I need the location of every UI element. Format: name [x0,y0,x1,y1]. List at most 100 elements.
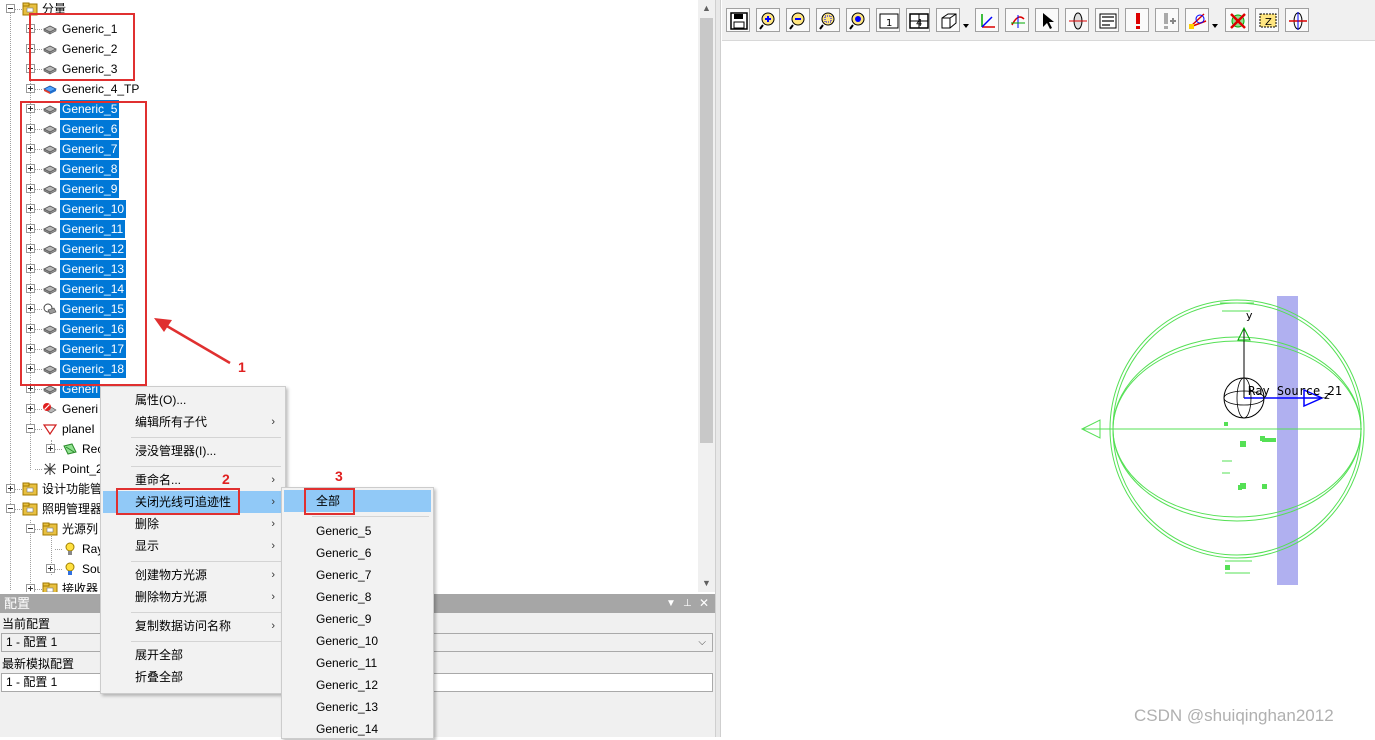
axis-icon [981,14,995,28]
context-menu-item[interactable]: 创建物方光源 › [103,564,283,586]
expand-plus-icon[interactable] [46,564,55,573]
context-menu-item[interactable]: 删除 › [103,513,283,535]
scrollbar-thumb[interactable] [700,18,713,443]
latest-config-value: 1 - 配置 1 [6,675,58,689]
detector-plate [1277,296,1298,585]
tree-node-label: Point_2 [62,462,103,476]
chevron-right-icon: › [271,518,275,530]
panel-splitter[interactable] [715,0,721,737]
collapse-minus-icon[interactable] [26,524,35,533]
tree-node-label: planeI [62,422,95,436]
y-axis-label: y [1246,309,1253,322]
submenu-item[interactable]: Generic_8 [284,586,431,608]
alert-button[interactable] [1125,8,1149,32]
colored-part-icon [42,82,58,96]
rotate-button[interactable] [1005,8,1029,32]
submenu-item[interactable]: Generic_5 [284,520,431,542]
submenu-item[interactable]: Generic_10 [284,630,431,652]
context-menu-item[interactable]: 浸没管理器(I)... [103,440,283,462]
viewport-toolbar: 1 4 Z [722,0,1375,41]
context-menu-item[interactable]: 折叠全部 [103,666,283,688]
expand-plus-icon[interactable] [26,584,35,592]
alert-add-button[interactable] [1155,8,1179,32]
menu-separator [312,516,429,517]
zoom-window-icon [819,12,835,30]
annotation-box-submenu-item [304,488,355,515]
expand-plus-icon[interactable] [26,84,35,93]
annotation-arrow [154,318,231,365]
context-menu-item-label: 编辑所有子代 [135,415,208,429]
folder-icon [22,502,38,516]
axis-button[interactable] [975,8,999,32]
expand-plus-icon[interactable] [46,444,55,453]
zoom-window-button[interactable] [816,8,840,32]
lens-button[interactable] [1065,8,1089,32]
grid-icon [1099,13,1117,29]
zoom-in-icon [759,12,775,30]
context-menu-item[interactable]: 属性(O)... [103,389,283,411]
chevron-down-icon[interactable]: ⌵ [698,634,706,651]
grid-button[interactable] [1095,8,1119,32]
pin-icon[interactable]: ⊥ [683,594,692,613]
tree-node-generic-4-tp[interactable]: Generic_4_TP [0,79,690,99]
chevron-right-icon: › [271,474,275,486]
annotation-number-3: 3 [335,468,343,484]
context-menu-item-label: 删除物方光源 [135,590,208,604]
submenu-item[interactable]: Generic_7 [284,564,431,586]
tree-vertical-scrollbar[interactable]: ▲ ▼ [698,0,715,592]
clip-button[interactable] [1285,8,1309,32]
ray-trace-button[interactable] [1185,8,1209,32]
ray-off-button[interactable] [1225,8,1249,32]
submenu-item[interactable]: Generic_6 [284,542,431,564]
submenu-item-label: Generic_8 [316,590,372,604]
z-box-icon: Z [1259,13,1277,28]
context-menu-item[interactable]: 编辑所有子代 › [103,411,283,433]
expand-plus-icon[interactable] [6,484,15,493]
context-menu-item[interactable]: 删除物方光源 › [103,586,283,608]
submenu-item[interactable]: Generic_11 [284,652,431,674]
one-view-button[interactable]: 1 [876,8,900,32]
collapse-minus-icon[interactable] [6,4,15,13]
3d-layout-viewport[interactable]: 1 4 Z y z Ray Source_21 [722,0,1375,737]
submenu-item-label: Generic_9 [316,612,372,626]
tree-branch-line [15,509,22,510]
context-menu-item[interactable]: 展开全部 [103,644,283,666]
close-icon[interactable]: ✕ [699,594,709,613]
context-menu-item[interactable]: 显示 › [103,535,283,557]
scroll-down-arrow-icon[interactable]: ▼ [698,575,715,592]
tree-context-menu: 属性(O)... 编辑所有子代 › 浸没管理器(I)... 重命名... › 关闭光线可追迹… [100,386,286,694]
3d-scene[interactable]: y z Ray Source_21 [722,41,1375,737]
tree-branch-line [15,489,22,490]
collapse-minus-icon[interactable] [6,504,15,513]
expand-plus-icon[interactable] [26,404,35,413]
zoom-in-button[interactable] [756,8,780,32]
cube-view-button[interactable] [936,8,960,32]
context-menu-item[interactable]: 复制数据访问名称 › [103,615,283,637]
scroll-up-arrow-icon[interactable]: ▲ [698,0,715,17]
menu-separator [131,640,281,642]
wire-square-6 [1238,485,1242,490]
zoom-fit-button[interactable] [846,8,870,32]
select-arrow-icon [1043,13,1054,29]
z-box-button[interactable]: Z [1255,8,1279,32]
submenu-item[interactable]: Generic_9 [284,608,431,630]
four-view-button[interactable]: 4 [906,8,930,32]
select-arrow-button[interactable] [1035,8,1059,32]
chevron-right-icon: › [271,591,275,603]
tree-node-label: 照明管理器 [42,502,103,516]
zoom-out-button[interactable] [786,8,810,32]
collapse-minus-icon[interactable] [26,424,35,433]
wire-square [1225,565,1230,570]
panel-menu-icon[interactable]: ▼ [666,594,676,613]
plane-icon [42,422,58,436]
save-button[interactable] [726,8,750,32]
submenu-item[interactable]: Generic_13 [284,696,431,718]
ray-trace-icon [1189,13,1207,29]
dropdown-arrow-icon[interactable] [963,24,969,28]
dropdown-arrow-icon[interactable] [1212,24,1218,28]
error-part-icon [42,402,58,416]
save-icon [730,12,748,30]
submenu-item[interactable]: Generic_12 [284,674,431,696]
ray-tracing-submenu: 全部 Generic_5 Generic_6 Generic_7 Generic_8 Ge… [281,487,434,739]
tree-branch-line [35,529,42,530]
